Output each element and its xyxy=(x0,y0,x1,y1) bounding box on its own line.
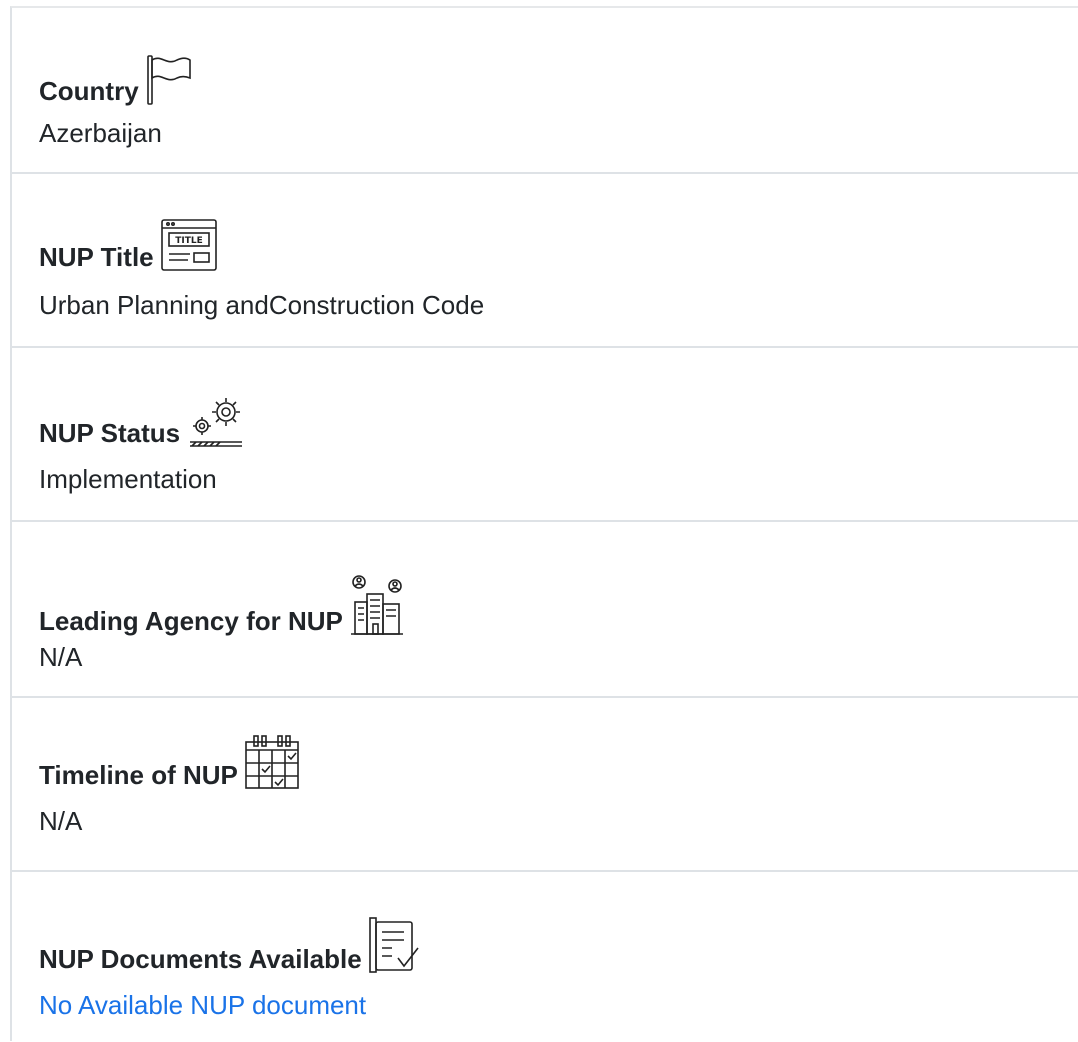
nup-status-section: NUP Status Implementation xyxy=(12,348,1078,522)
country-section: Country Azerbaijan xyxy=(12,8,1078,174)
documents-heading: NUP Documents Available xyxy=(39,916,420,974)
leading-agency-value: N/A xyxy=(39,642,83,672)
nup-title-label: NUP Title xyxy=(39,242,154,272)
nup-status-heading: NUP Status xyxy=(39,392,246,448)
documents-label: NUP Documents Available xyxy=(39,944,362,974)
leading-agency-section: Leading Agency for NUP N/A xyxy=(12,522,1078,698)
leading-agency-heading: Leading Agency for NUP xyxy=(39,574,405,636)
nup-title-value: Urban Planning andConstruction Code xyxy=(39,290,485,320)
country-heading: Country xyxy=(39,54,193,106)
gears-status-icon xyxy=(186,392,246,448)
flag-icon xyxy=(145,54,193,106)
document-check-icon xyxy=(368,916,420,974)
nup-status-label: NUP Status xyxy=(39,418,181,448)
nup-status-value: Implementation xyxy=(39,464,217,494)
svg-text:TITLE: TITLE xyxy=(175,236,203,246)
calendar-icon xyxy=(244,734,300,790)
documents-section: NUP Documents Available No Available NUP… xyxy=(12,872,1078,1042)
nup-details-panel: Country Azerbaijan NUP Title TITLE Urban… xyxy=(10,6,1078,1041)
title-icon: TITLE xyxy=(160,218,218,272)
leading-agency-label: Leading Agency for NUP xyxy=(39,606,343,636)
agency-buildings-icon xyxy=(349,574,405,636)
country-label: Country xyxy=(39,76,139,106)
no-documents-link[interactable]: No Available NUP document xyxy=(39,990,366,1020)
timeline-value: N/A xyxy=(39,806,83,836)
country-value: Azerbaijan xyxy=(39,118,162,148)
nup-title-section: NUP Title TITLE Urban Planning andConstr… xyxy=(12,174,1078,348)
timeline-label: Timeline of NUP xyxy=(39,760,238,790)
nup-title-heading: NUP Title TITLE xyxy=(39,218,218,272)
timeline-heading: Timeline of NUP xyxy=(39,734,300,790)
timeline-section: Timeline of NUP N/A xyxy=(12,698,1078,872)
